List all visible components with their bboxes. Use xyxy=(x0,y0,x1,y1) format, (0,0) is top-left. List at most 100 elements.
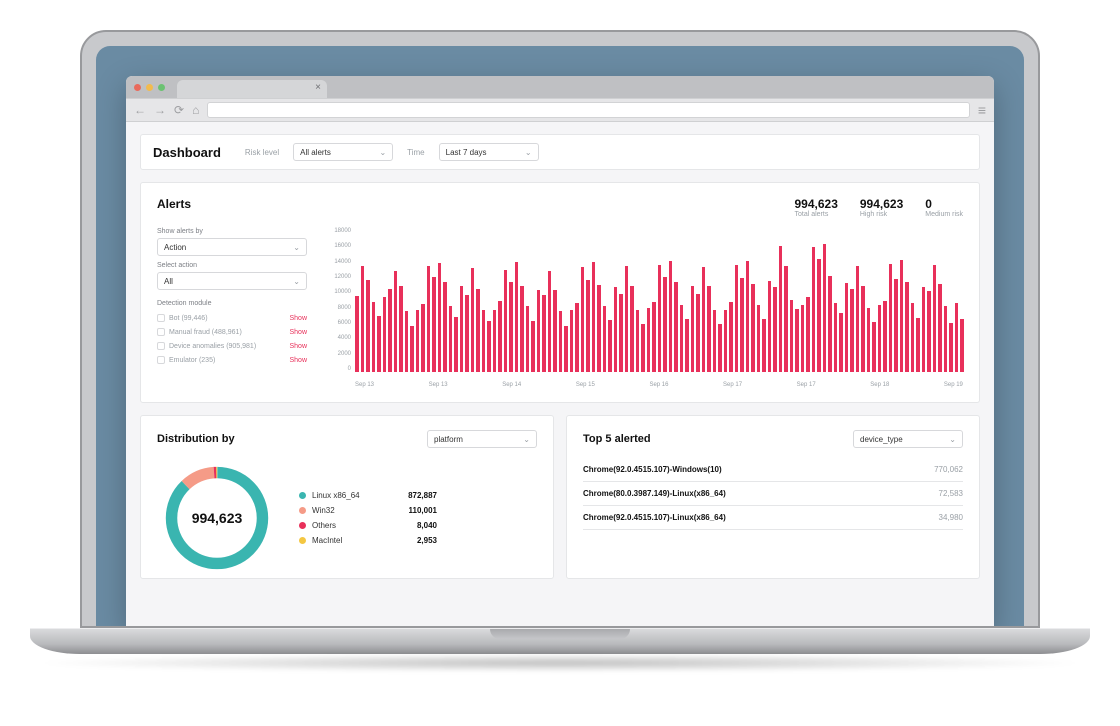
legend-value: 8,040 xyxy=(387,521,437,530)
select-action-select[interactable]: All ⌄ xyxy=(157,272,307,290)
maximize-window-icon[interactable] xyxy=(158,84,165,91)
legend-item: Linux x86_64872,887 xyxy=(299,491,437,500)
legend-swatch-icon xyxy=(299,522,306,529)
chart-bar xyxy=(955,303,959,372)
stat-label: Total alerts xyxy=(794,211,837,218)
chart-bar xyxy=(713,310,717,372)
hamburger-icon[interactable]: ≡ xyxy=(978,102,986,118)
chart-x-axis: Sep 13Sep 13Sep 14Sep 15Sep 16Sep 17Sep … xyxy=(355,382,963,388)
module-show-link[interactable]: Show xyxy=(289,329,307,336)
address-bar[interactable] xyxy=(207,102,970,118)
legend-item: Others8,040 xyxy=(299,521,437,530)
module-label: Bot (99,446) xyxy=(169,315,208,322)
y-tick-label: 18000 xyxy=(334,228,351,234)
chart-bar xyxy=(564,326,568,372)
home-icon[interactable]: ⌂ xyxy=(192,104,199,116)
y-tick-label: 12000 xyxy=(334,274,351,280)
y-tick-label: 14000 xyxy=(334,259,351,265)
module-show-link[interactable]: Show xyxy=(289,343,307,350)
x-tick-label: Sep 17 xyxy=(723,382,742,388)
distribution-select[interactable]: platform ⌄ xyxy=(427,430,537,448)
stat-value: 994,623 xyxy=(860,197,903,211)
chart-bar xyxy=(905,282,909,372)
chart-bar xyxy=(960,319,964,372)
chart-bar xyxy=(911,303,915,372)
module-show-link[interactable]: Show xyxy=(289,357,307,364)
chart-bar xyxy=(746,261,750,372)
chart-bar xyxy=(806,297,810,372)
distribution-select-value: platform xyxy=(434,435,463,444)
top-alerted-select[interactable]: device_type ⌄ xyxy=(853,430,963,448)
chart-bar xyxy=(366,280,370,372)
alerts-card: Alerts 994,623 Total alerts 994,623 High… xyxy=(140,182,980,403)
chart-bar xyxy=(702,267,706,372)
page-title: Dashboard xyxy=(153,145,221,160)
legend-value: 2,953 xyxy=(387,536,437,545)
alerts-controls: Show alerts by Action ⌄ Select action Al… xyxy=(157,228,307,388)
chevron-down-icon: ⌄ xyxy=(379,148,386,157)
window-controls xyxy=(134,84,165,91)
chart-bar xyxy=(454,317,458,372)
top-item-value: 72,583 xyxy=(939,489,963,498)
laptop-bezel: × ← → ⟳ ⌂ ≡ Dashboard Risk xyxy=(80,30,1040,628)
chart-bar xyxy=(812,247,816,372)
chart-bar xyxy=(465,295,469,372)
stat-total-alerts: 994,623 Total alerts xyxy=(794,197,837,218)
forward-icon[interactable]: → xyxy=(154,104,166,116)
chart-bar xyxy=(867,308,871,372)
select-action-label: Select action xyxy=(157,262,307,269)
checkbox-icon[interactable] xyxy=(157,356,165,364)
chart-bar xyxy=(498,301,502,372)
reload-icon[interactable]: ⟳ xyxy=(174,104,184,116)
chart-bar xyxy=(922,287,926,372)
chart-bar xyxy=(845,283,849,372)
module-label: Device anomalies (905,981) xyxy=(169,343,256,350)
close-window-icon[interactable] xyxy=(134,84,141,91)
y-tick-label: 2000 xyxy=(338,351,351,357)
risk-level-select[interactable]: All alerts ⌄ xyxy=(293,143,393,161)
chart-bar xyxy=(399,286,403,372)
minimize-window-icon[interactable] xyxy=(146,84,153,91)
checkbox-icon[interactable] xyxy=(157,314,165,322)
chart-bar xyxy=(619,294,623,372)
back-icon[interactable]: ← xyxy=(134,104,146,116)
chart-bar xyxy=(839,313,843,372)
chart-bar xyxy=(828,276,832,372)
chart-bar xyxy=(724,310,728,372)
chart-bar xyxy=(685,319,689,372)
checkbox-icon[interactable] xyxy=(157,328,165,336)
chart-bar xyxy=(729,302,733,372)
x-tick-label: Sep 15 xyxy=(576,382,595,388)
top-item-value: 34,980 xyxy=(939,513,963,522)
browser-tab[interactable]: × xyxy=(177,80,327,98)
chart-bar xyxy=(927,291,931,372)
module-show-link[interactable]: Show xyxy=(289,315,307,322)
chart-bar xyxy=(933,265,937,372)
chart-bar xyxy=(779,246,783,372)
distribution-donut: 994,623 xyxy=(157,458,277,578)
chart-bar xyxy=(603,306,607,372)
top-alerted-item: Chrome(92.0.4515.107)-Linux(x86_64)34,98… xyxy=(583,506,963,530)
chart-bar xyxy=(878,305,882,372)
chart-bar xyxy=(526,306,530,372)
chart-bar xyxy=(674,282,678,372)
legend-swatch-icon xyxy=(299,507,306,514)
chart-bar xyxy=(757,305,761,372)
distribution-header: Distribution by platform ⌄ xyxy=(157,430,537,448)
time-select[interactable]: Last 7 days ⌄ xyxy=(439,143,539,161)
checkbox-icon[interactable] xyxy=(157,342,165,350)
y-tick-label: 16000 xyxy=(334,243,351,249)
chevron-down-icon: ⌄ xyxy=(293,277,300,286)
close-tab-icon[interactable]: × xyxy=(315,83,321,93)
chart-bar xyxy=(784,266,788,372)
top-alerted-header: Top 5 alerted device_type ⌄ xyxy=(583,430,963,448)
top-alerted-item: Chrome(92.0.4515.107)-Windows(10)770,062 xyxy=(583,458,963,482)
chart-bar xyxy=(872,322,876,372)
y-tick-label: 4000 xyxy=(338,335,351,341)
chart-bar xyxy=(944,306,948,372)
top-alerted-list: Chrome(92.0.4515.107)-Windows(10)770,062… xyxy=(583,458,963,530)
show-alerts-by-select[interactable]: Action ⌄ xyxy=(157,238,307,256)
chart-bar xyxy=(383,297,387,372)
chart-y-axis: 1800016000140001200010000800060004000200… xyxy=(325,228,351,372)
chart-bar xyxy=(537,290,541,372)
